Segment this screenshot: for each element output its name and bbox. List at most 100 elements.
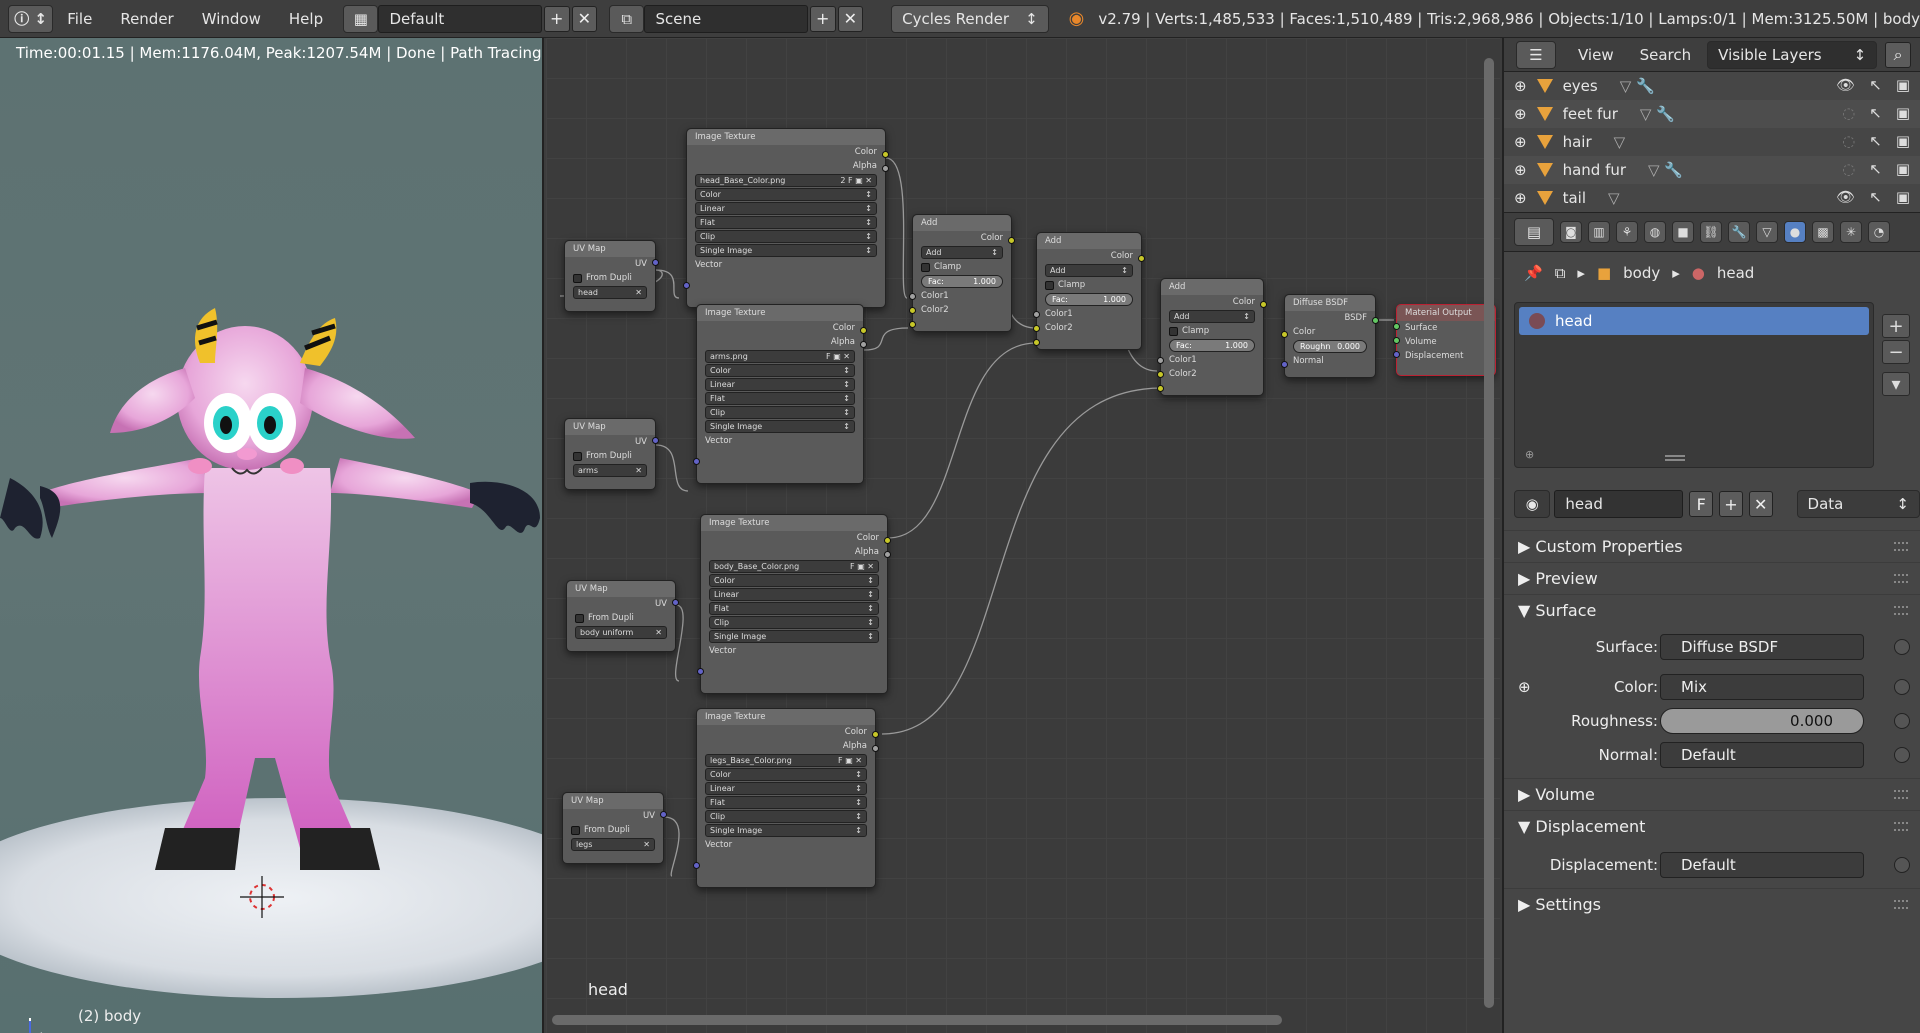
color-socket[interactable] xyxy=(884,537,891,544)
editor-type-info-button[interactable]: ⓘ ↕ xyxy=(8,4,54,33)
color-input-dropdown[interactable]: Mix xyxy=(1660,674,1864,700)
drag-grip-icon[interactable] xyxy=(1894,542,1908,551)
interpolation-dropdown[interactable]: Linear ↕ xyxy=(705,782,867,795)
folder-icon[interactable]: ▣ xyxy=(855,176,863,185)
roughness-field[interactable]: Roughn 0.000 xyxy=(1293,340,1367,353)
menu-window[interactable]: Window xyxy=(188,10,275,28)
selectable-cursor-icon[interactable]: ↖ xyxy=(1869,188,1882,206)
projection-dropdown[interactable]: Flat ↕ xyxy=(705,796,867,809)
slot-specials-button[interactable]: ▾ xyxy=(1882,372,1910,396)
blend-mode-dropdown[interactable]: Add ↕ xyxy=(1169,310,1255,323)
clamp-checkbox[interactable]: Clamp xyxy=(913,260,1011,274)
fac-socket[interactable] xyxy=(1157,357,1164,364)
image-texture-node-legs[interactable]: Image Texture Color Alpha legs_Base_Colo… xyxy=(693,708,879,888)
pin-icon[interactable]: 📌 xyxy=(1524,264,1543,282)
clamp-checkbox[interactable]: Clamp xyxy=(1037,278,1141,292)
uv-map-node-legs[interactable]: UV Map UV From Dupli legs ✕ xyxy=(562,792,667,864)
blend-mode-dropdown[interactable]: Add ↕ xyxy=(921,246,1003,259)
extension-dropdown[interactable]: Clip ↕ xyxy=(695,230,877,243)
color2-socket[interactable] xyxy=(1033,339,1040,346)
tab-constraints[interactable]: ⛓ xyxy=(1700,221,1722,243)
outliner-item-hand-fur[interactable]: ⊕ hand fur ▽ 🔧 ◌ ↖ ▣ xyxy=(1504,156,1920,184)
menu-file[interactable]: File xyxy=(53,10,106,28)
fac-field[interactable]: Fac: 1.000 xyxy=(1045,293,1133,306)
panel-settings[interactable]: ▶ Settings xyxy=(1504,888,1920,920)
tab-texture[interactable]: ▩ xyxy=(1812,221,1834,243)
render-camera-icon[interactable]: ▣ xyxy=(1896,132,1910,150)
link-dropdown[interactable]: Data ↕ xyxy=(1796,490,1920,518)
scene-field[interactable]: Scene xyxy=(644,4,808,33)
image-texture-node-head[interactable]: Image Texture Color Alpha head_Base_Colo… xyxy=(683,128,889,308)
tab-render-layers[interactable]: ▥ xyxy=(1588,221,1610,243)
remove-slot-button[interactable]: − xyxy=(1882,340,1910,364)
color1-socket[interactable] xyxy=(909,307,916,314)
screen-layout-field[interactable]: Default xyxy=(378,4,542,33)
uv-map-node-head[interactable]: UV Map UV From Dupli head ✕ xyxy=(564,240,659,312)
surface-shader-dropdown[interactable]: Diffuse BSDF xyxy=(1660,634,1864,660)
close-icon[interactable]: ✕ xyxy=(855,756,862,765)
outliner-item-tail[interactable]: ⊕ tail ▽ 👁 ↖ ▣ xyxy=(1504,184,1920,212)
mix-add-node-1[interactable]: Add Color Add ↕ Clamp Fac: 1.000 Color1 Co… xyxy=(909,214,1015,332)
panel-displacement[interactable]: ▼ Displacement xyxy=(1504,810,1920,842)
drag-grip-icon[interactable] xyxy=(1894,822,1908,831)
panel-preview[interactable]: ▶ Preview xyxy=(1504,562,1920,594)
new-material-button[interactable]: + xyxy=(1719,491,1743,517)
tab-object[interactable]: ■ xyxy=(1672,221,1694,243)
color-space-dropdown[interactable]: Color ↕ xyxy=(705,364,855,377)
outliner-item-feet-fur[interactable]: ⊕ feet fur ▽ 🔧 ◌ ↖ ▣ xyxy=(1504,100,1920,128)
fake-user-toggle[interactable]: F xyxy=(848,176,853,185)
uv-map-select[interactable]: legs ✕ xyxy=(571,838,655,851)
outliner-menu-search[interactable]: Search xyxy=(1640,46,1692,64)
color-space-dropdown[interactable]: Color ↕ xyxy=(695,188,877,201)
outliner-menu-view[interactable]: View xyxy=(1578,46,1614,64)
add-layout-button[interactable]: + xyxy=(543,5,570,32)
displacement-input-dropdown[interactable]: Default xyxy=(1660,852,1864,878)
selectable-cursor-icon[interactable]: ↖ xyxy=(1869,160,1882,178)
visibility-eye-icon[interactable]: 👁 xyxy=(1836,76,1855,94)
tab-render[interactable]: ◙ xyxy=(1560,221,1582,243)
link-socket-icon[interactable] xyxy=(1894,747,1910,763)
folder-icon[interactable]: ▣ xyxy=(857,562,865,571)
material-slot-list[interactable]: head ⊕ xyxy=(1514,302,1874,468)
add-scene-button[interactable]: + xyxy=(809,5,836,32)
close-icon[interactable]: ✕ xyxy=(843,352,850,361)
remove-scene-button[interactable]: ✕ xyxy=(837,5,864,32)
alpha-socket[interactable] xyxy=(860,341,867,348)
fac-field[interactable]: Fac: 1.000 xyxy=(1169,339,1255,352)
bsdf-socket[interactable] xyxy=(1372,317,1379,324)
outliner-editor-type-button[interactable]: ☰ xyxy=(1516,40,1556,69)
vertical-scrollbar[interactable] xyxy=(1484,58,1494,1008)
uv-map-select[interactable]: head ✕ xyxy=(573,286,647,299)
expand-input-icon[interactable]: ⊕ xyxy=(1518,678,1531,696)
surface-socket[interactable] xyxy=(1393,323,1400,330)
volume-socket[interactable] xyxy=(1393,337,1400,344)
uv-socket[interactable] xyxy=(652,437,659,444)
alpha-socket[interactable] xyxy=(884,551,891,558)
uv-socket[interactable] xyxy=(652,259,659,266)
visibility-eye-icon[interactable]: ◌ xyxy=(1842,132,1855,150)
3d-viewport[interactable]: Time:00:01.15 | Mem:1176.04M, Peak:1207.… xyxy=(0,38,544,1033)
blend-mode-dropdown[interactable]: Add ↕ xyxy=(1045,264,1133,277)
vector-socket[interactable] xyxy=(697,668,704,675)
render-engine-dropdown[interactable]: Cycles Render ↕ xyxy=(891,4,1049,33)
color-space-dropdown[interactable]: Color ↕ xyxy=(705,768,867,781)
visibility-eye-icon[interactable]: ◌ xyxy=(1842,160,1855,178)
color-socket[interactable] xyxy=(1281,331,1288,338)
selectable-cursor-icon[interactable]: ↖ xyxy=(1869,76,1882,94)
color-socket[interactable] xyxy=(1008,237,1015,244)
vector-socket[interactable] xyxy=(683,282,690,289)
extension-dropdown[interactable]: Clip ↕ xyxy=(709,616,879,629)
tab-scene[interactable]: ⚘ xyxy=(1616,221,1638,243)
panel-surface[interactable]: ▼ Surface xyxy=(1504,594,1920,626)
horizontal-scrollbar[interactable] xyxy=(552,1015,1282,1025)
color-socket[interactable] xyxy=(872,731,879,738)
render-camera-icon[interactable]: ▣ xyxy=(1896,104,1910,122)
uv-map-select[interactable]: arms ✕ xyxy=(573,464,647,477)
extension-dropdown[interactable]: Clip ↕ xyxy=(705,406,855,419)
vector-socket[interactable] xyxy=(693,458,700,465)
tab-data[interactable]: ▽ xyxy=(1756,221,1778,243)
vector-socket[interactable] xyxy=(693,862,700,869)
image-texture-node-body[interactable]: Image Texture Color Alpha body_Base_Colo… xyxy=(697,514,891,694)
fac-socket[interactable] xyxy=(1033,311,1040,318)
scene-button[interactable]: ⧉ xyxy=(609,4,645,33)
